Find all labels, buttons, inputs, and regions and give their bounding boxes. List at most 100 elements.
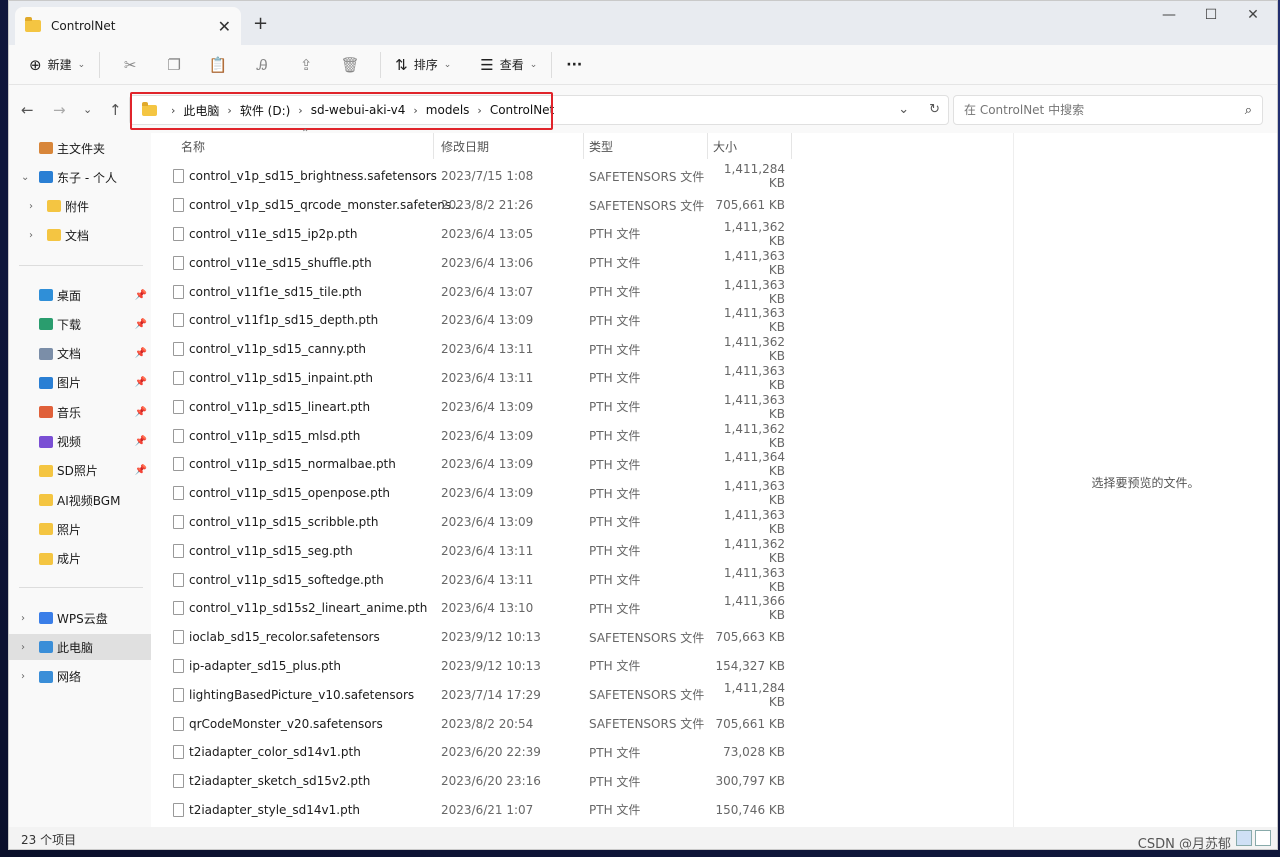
search-box[interactable]: ⌕ (953, 95, 1263, 125)
address-bar[interactable]: › 此电脑 › 软件 (D:) › sd-webui-aki-v4 › mode… (129, 95, 949, 125)
table-row[interactable]: qrCodeMonster_v20.safetensors 2023/8/2 20… (155, 709, 795, 738)
table-row[interactable]: control_v11p_sd15_seg.pth 2023/6/4 13:11 P… (155, 536, 795, 565)
table-row[interactable]: t2iadapter_sketch_sd15v2.pth 2023/6/20 23… (155, 767, 795, 796)
chevron-right-icon[interactable]: › (21, 671, 25, 682)
table-row[interactable]: t2iadapter_color_sd14v1.pth 2023/6/20 22:… (155, 738, 795, 767)
refresh-icon[interactable]: ↻ (929, 102, 940, 117)
sidebar-item[interactable]: › 文档 (9, 222, 151, 248)
forward-arrow-icon[interactable]: → (53, 101, 66, 119)
table-row[interactable]: control_v11p_sd15_inpaint.pth 2023/6/4 13… (155, 364, 795, 393)
sidebar-item[interactable]: 音乐 📌 (9, 399, 151, 425)
chevron-right-icon[interactable]: › (29, 201, 33, 212)
preview-pane: 选择要预览的文件。 (1013, 133, 1277, 827)
copy-icon[interactable]: ❐ (152, 56, 196, 74)
sidebar-item[interactable]: › WPS云盘 (9, 605, 151, 631)
sort-button[interactable]: ⇅ 排序 ⌄ (389, 50, 457, 80)
sidebar-item[interactable]: 主文件夹 (9, 135, 151, 161)
tab-controlnet[interactable]: ControlNet ✕ (15, 7, 241, 45)
file-name: control_v1p_sd15_brightness.safetensors (189, 169, 437, 184)
table-row[interactable]: control_v11f1e_sd15_tile.pth 2023/6/4 13:… (155, 277, 795, 306)
breadcrumb-this-pc[interactable]: 此电脑 (183, 102, 219, 119)
close-tab-icon[interactable]: ✕ (218, 17, 231, 36)
search-icon[interactable]: ⌕ (1245, 103, 1252, 118)
sidebar-item[interactable]: › 网络 (9, 664, 151, 690)
details-view-icon[interactable] (1236, 830, 1252, 846)
table-row[interactable]: control_v11p_sd15_mlsd.pth 2023/6/4 13:09… (155, 421, 795, 450)
file-name: control_v11p_sd15_mlsd.pth (189, 428, 361, 443)
table-row[interactable]: control_v11p_sd15_lineart.pth 2023/6/4 13… (155, 392, 795, 421)
table-row[interactable]: control_v11e_sd15_ip2p.pth 2023/6/4 13:05… (155, 220, 795, 249)
column-divider[interactable] (791, 133, 792, 159)
table-row[interactable]: control_v1p_sd15_qrcode_monster.safetens… (155, 191, 795, 220)
column-divider[interactable] (583, 133, 584, 159)
chevron-right-icon[interactable]: › (21, 613, 25, 624)
document-icon (39, 347, 53, 360)
sidebar-item[interactable]: 图片 📌 (9, 370, 151, 396)
chevron-right-icon[interactable]: › (29, 230, 33, 241)
view-button[interactable]: ☰ 查看 ⌄ (474, 50, 543, 80)
address-dropdown-icon[interactable]: ⌄ (898, 102, 909, 117)
search-input[interactable] (964, 103, 1245, 117)
more-options-button[interactable]: ··· (560, 50, 588, 80)
table-row[interactable]: ioclab_sd15_recolor.safetensors 2023/9/12… (155, 623, 795, 652)
chevron-right-icon[interactable]: › (21, 642, 25, 653)
paste-icon[interactable]: 📋 (196, 56, 240, 74)
folder-icon (39, 523, 53, 536)
column-header-date[interactable]: 修改日期 (441, 133, 489, 159)
sidebar-item[interactable]: 文档 📌 (9, 341, 151, 367)
sidebar-item[interactable]: SD照片 📌 (9, 458, 151, 484)
up-arrow-icon[interactable]: ↑ (109, 101, 122, 119)
file-icon (173, 313, 184, 328)
table-row[interactable]: control_v11p_sd15s2_lineart_anime.pth 202… (155, 594, 795, 623)
sidebar-item[interactable]: 下载 📌 (9, 311, 151, 337)
recent-chevron-icon[interactable]: ⌄ (83, 103, 92, 116)
new-tab-button[interactable]: + (253, 13, 268, 34)
delete-icon[interactable]: 🗑 (328, 56, 372, 74)
maximize-button[interactable]: ☐ (1191, 7, 1231, 23)
table-row[interactable]: ip-adapter_sd15_plus.pth 2023/9/12 10:13 P… (155, 652, 795, 681)
breadcrumb-drive-d[interactable]: 软件 (D:) (240, 102, 290, 119)
table-row[interactable]: control_v11p_sd15_openpose.pth 2023/6/4 1… (155, 479, 795, 508)
minimize-button[interactable]: — (1149, 7, 1189, 23)
file-icon (173, 370, 184, 385)
cut-icon[interactable]: ✂ (108, 56, 152, 74)
sidebar-item[interactable]: 照片 (9, 516, 151, 542)
sidebar-item[interactable]: › 附件 (9, 193, 151, 219)
chevron-down-icon[interactable]: ⌄ (21, 172, 29, 183)
breadcrumb-models[interactable]: models (426, 103, 470, 117)
column-divider[interactable] (433, 133, 434, 159)
table-row[interactable]: control_v11e_sd15_shuffle.pth 2023/6/4 13… (155, 248, 795, 277)
file-modified-date: 2023/9/12 10:13 (441, 658, 541, 673)
table-row[interactable]: control_v11f1p_sd15_depth.pth 2023/6/4 13… (155, 306, 795, 335)
sidebar-divider (19, 265, 143, 266)
column-header-size[interactable]: 大小 (713, 133, 737, 159)
sidebar-item[interactable]: ⌄ 东子 - 个人 (9, 164, 151, 190)
tiles-view-icon[interactable] (1255, 830, 1271, 846)
new-button[interactable]: ⊕ 新建 ⌄ (23, 50, 91, 80)
table-row[interactable]: control_v1p_sd15_brightness.safetensors 2… (155, 162, 795, 191)
table-row[interactable]: control_v11p_sd15_softedge.pth 2023/6/4 1… (155, 565, 795, 594)
table-row[interactable]: control_v11p_sd15_canny.pth 2023/6/4 13:1… (155, 335, 795, 364)
file-type: PTH 文件 (589, 803, 641, 818)
breadcrumb-controlnet[interactable]: ControlNet (490, 103, 554, 117)
sidebar-item[interactable]: AI视频BGM (9, 487, 151, 513)
table-row[interactable]: control_v11p_sd15_scribble.pth 2023/6/4 1… (155, 508, 795, 537)
sidebar-item[interactable]: 成片 (9, 546, 151, 572)
sidebar-item[interactable]: › 此电脑 (9, 634, 151, 661)
file-icon (173, 601, 184, 616)
cloud-icon (39, 171, 53, 183)
column-header-type[interactable]: 类型 (589, 133, 613, 159)
sidebar-item[interactable]: 桌面 📌 (9, 282, 151, 308)
back-arrow-icon[interactable]: ← (21, 101, 34, 119)
table-row[interactable]: control_v11p_sd15_normalbae.pth 2023/6/4 … (155, 450, 795, 479)
column-divider[interactable] (707, 133, 708, 159)
rename-icon[interactable]: Ꭿ (240, 56, 284, 74)
table-row[interactable]: lightingBasedPicture_v10.safetensors 2023… (155, 680, 795, 709)
column-header-name[interactable]: 名称 (181, 133, 205, 159)
table-row[interactable]: t2iadapter_style_sd14v1.pth 2023/6/21 1:0… (155, 796, 795, 825)
close-window-button[interactable]: ✕ (1233, 7, 1273, 23)
share-icon[interactable]: ⇪ (284, 56, 328, 74)
sidebar-item[interactable]: 视频 📌 (9, 429, 151, 455)
file-size: 1,411,363 KB (723, 507, 785, 536)
breadcrumb-sd-webui[interactable]: sd-webui-aki-v4 (311, 103, 406, 117)
